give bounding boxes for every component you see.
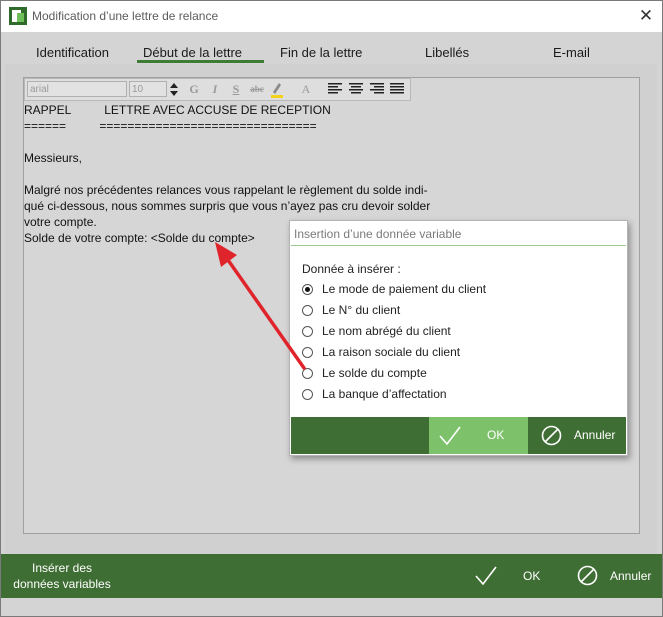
active-tab-indicator [137,60,264,63]
radio-dot [305,287,310,292]
tab-debut-lettre[interactable]: Début de la lettre [143,45,242,60]
close-icon[interactable]: ✕ [635,5,657,27]
tab-identification[interactable]: Identification [36,45,109,60]
radio[interactable] [302,326,313,337]
strikethrough-button[interactable]: abc [248,81,266,98]
text-line: qué ci-dessous, nous sommes surpris que … [24,199,431,213]
format-toolbar: arial 10 G I S abc A [24,78,411,101]
bottom-action-bar: Insérer des données variables OK Annuler [1,554,662,598]
radio[interactable] [302,347,313,358]
radio-selected[interactable] [302,284,313,295]
title-bar: Modification d’une lettre de relance ✕ [1,1,662,32]
text-line [24,134,430,150]
text-line: Messieurs, [24,151,83,165]
tab-email[interactable]: E-mail [553,45,590,60]
text-line: RAPPEL LETTRE AVEC ACCUSE DE RECEPTION [24,103,331,117]
checkmark-icon[interactable] [475,566,497,586]
bold-button[interactable]: G [185,81,203,98]
window-title: Modification d’une lettre de relance [32,9,219,23]
status-bar [1,598,662,616]
tab-bar: Identification Début de la lettre Fin de… [1,32,662,62]
option-label: Le N° du client [322,303,401,317]
option-label: Le nom abrégé du client [322,324,451,338]
tab-libelles[interactable]: Libellés [425,45,469,60]
option-label: Le solde du compte [322,366,427,380]
cancel-icon[interactable] [577,565,598,586]
size-select[interactable]: 10 [129,81,167,97]
italic-button[interactable]: I [206,81,224,98]
dialog-ok-button[interactable]: OK [429,417,528,454]
dialog-label: Donnée à insérer : [302,262,401,276]
option-label: La banque d’affectation [322,387,447,401]
size-stepper-icon[interactable] [169,81,179,98]
ok-button[interactable]: OK [523,569,540,583]
insert-label-line2: données variables [13,577,111,591]
dialog-title: Insertion d’une donnée variable [291,222,626,246]
insert-label-line1: Insérer des [31,561,93,575]
app-icon [9,7,27,25]
text-line: ====== =============================== [24,119,317,133]
option-label: La raison sociale du client [322,345,461,359]
font-color-button[interactable]: A [297,81,315,98]
dialog-ok-label: OK [487,428,505,442]
radio[interactable] [302,389,313,400]
text-line: Malgré nos précédentes relances vous rap… [24,183,428,197]
highlight-pen-icon[interactable] [269,81,285,98]
checkmark-icon [439,426,461,446]
insert-variables-button[interactable]: Insérer des données variables [9,560,115,592]
radio[interactable] [302,305,313,316]
insert-variable-dialog: Insertion d’une donnée variable Donnée à… [289,220,628,456]
underline-button[interactable]: S [227,81,245,98]
tab-fin-lettre[interactable]: Fin de la lettre [280,45,362,60]
dialog-cancel-button[interactable]: Annuler [574,428,615,442]
alignment-buttons[interactable] [326,82,406,96]
radio[interactable] [302,368,313,379]
cancel-icon[interactable] [541,425,562,446]
text-line [24,166,430,182]
option-label: Le mode de paiement du client [322,282,487,296]
dialog-footer: OK Annuler [291,417,626,454]
font-select[interactable]: arial [27,81,127,97]
cancel-button[interactable]: Annuler [610,569,651,583]
